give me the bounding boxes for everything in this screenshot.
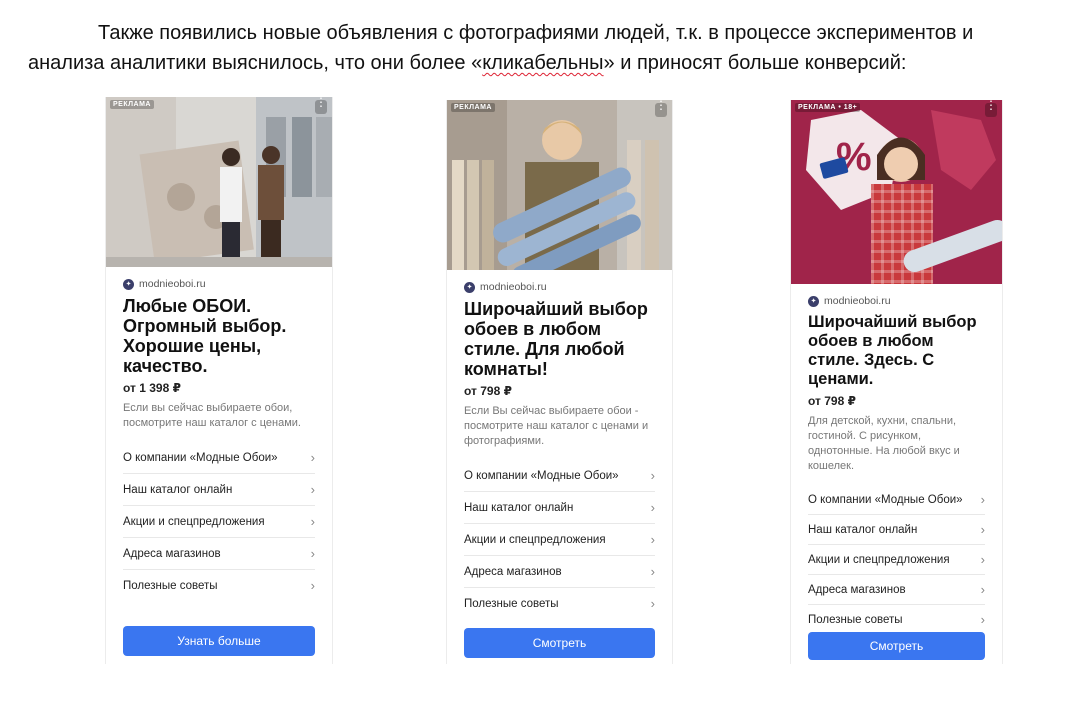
sitelink-label: Адреса магазинов [464, 565, 562, 578]
ad-site[interactable]: ✦ modnieoboi.ru [123, 278, 315, 290]
ad-price: от 798 ₽ [464, 384, 512, 398]
chevron-right-icon: › [980, 582, 985, 597]
chevron-right-icon: › [650, 468, 655, 483]
sitelink-label: Акции и спецпредложения [123, 515, 265, 528]
chevron-right-icon: › [650, 596, 655, 611]
sitelink-catalog[interactable]: Наш каталог онлайн › [123, 474, 315, 506]
ad-description: Если вы сейчас выбираете обои, посмотрит… [123, 402, 301, 429]
ad-headline[interactable]: Широчайший выбор обоев в любом стиле. Дл… [464, 299, 655, 379]
ad-label: РЕКЛАМА [451, 103, 495, 112]
chevron-right-icon: › [310, 546, 315, 561]
ad-site[interactable]: ✦ modnieoboi.ru [464, 281, 655, 293]
chevron-right-icon: › [980, 552, 985, 567]
more-options-icon[interactable]: ⋮ [655, 100, 667, 117]
ad-photo: РЕКЛАМА ⋮ [447, 100, 672, 270]
sitelink-label: Адреса магазинов [808, 583, 906, 596]
sitelink-tips[interactable]: Полезные советы › [808, 605, 985, 634]
spellcheck-word: кликабельны [482, 52, 604, 74]
sitelink-label: Полезные советы [808, 613, 903, 626]
sitelinks: О компании «Модные Обои» › Наш каталог он… [808, 485, 985, 634]
intro-line-2: анализа аналитики выяснилось, что они бо… [28, 52, 907, 74]
sitelink-stores[interactable]: Адреса магазинов › [464, 556, 655, 588]
ad-card-3[interactable]: % РЕКЛАМА • 18+ ⋮ ✦ modnieoboi.ru Широча… [790, 100, 1003, 664]
chevron-right-icon: › [310, 514, 315, 529]
site-domain: modnieoboi.ru [480, 281, 547, 293]
ad-headline[interactable]: Широчайший выбор обоев в любом стиле. Зд… [808, 313, 985, 389]
sitelink-label: Наш каталог онлайн [464, 501, 574, 514]
chevron-right-icon: › [980, 492, 985, 507]
sitelinks: О компании «Модные Обои» › Наш каталог он… [464, 460, 655, 619]
chevron-right-icon: › [310, 578, 315, 593]
ad-description: Для детской, кухни, спальни, гостиной. С… [808, 415, 960, 472]
chevron-right-icon: › [650, 564, 655, 579]
sitelink-label: Полезные советы [123, 579, 218, 592]
sitelink-label: Акции и спецпредложения [464, 533, 606, 546]
chevron-right-icon: › [980, 612, 985, 627]
sitelink-about[interactable]: О компании «Модные Обои» › [123, 442, 315, 474]
site-logo-icon: ✦ [123, 278, 134, 290]
learn-more-button[interactable]: Узнать больше [123, 626, 315, 656]
sitelink-promo[interactable]: Акции и спецпредложения › [123, 506, 315, 538]
chevron-right-icon: › [650, 532, 655, 547]
sitelink-about[interactable]: О компании «Модные Обои» › [464, 460, 655, 492]
ad-label: РЕКЛАМА • 18+ [795, 103, 861, 112]
sitelink-label: О компании «Модные Обои» [464, 469, 619, 482]
sitelink-stores[interactable]: Адреса магазинов › [123, 538, 315, 570]
sitelink-catalog[interactable]: Наш каталог онлайн › [464, 492, 655, 524]
wallpaper-showroom-image [106, 97, 332, 267]
sitelink-tips[interactable]: Полезные советы › [464, 588, 655, 619]
intro-line-1: Также появились новые объявления с фотог… [98, 22, 974, 44]
ad-price: от 1 398 ₽ [123, 381, 181, 395]
sitelink-label: Акции и спецпредложения [808, 553, 950, 566]
woman-with-card-image: % [791, 100, 1002, 284]
sitelink-about[interactable]: О компании «Модные Обои» › [808, 485, 985, 515]
site-domain: modnieoboi.ru [139, 278, 206, 290]
watch-button[interactable]: Смотреть [464, 628, 655, 658]
chevron-right-icon: › [980, 522, 985, 537]
ad-label: РЕКЛАМА [110, 100, 154, 109]
ad-photo: РЕКЛАМА ⋮ [106, 97, 332, 267]
ad-site[interactable]: ✦ modnieoboi.ru [808, 295, 985, 307]
more-options-icon[interactable]: ⋮ [315, 97, 327, 114]
chevron-right-icon: › [310, 482, 315, 497]
chevron-right-icon: › [650, 500, 655, 515]
ad-headline[interactable]: Любые ОБОИ. Огромный выбор. Хорошие цены… [123, 296, 315, 376]
ad-photo: % РЕКЛАМА • 18+ ⋮ [791, 100, 1002, 284]
ad-card-1[interactable]: РЕКЛАМА ⋮ ✦ modnieoboi.ru Любые ОБОИ. Ог… [105, 97, 333, 664]
ad-price: от 798 ₽ [808, 394, 856, 408]
sitelink-label: Полезные советы [464, 597, 559, 610]
sitelink-label: О компании «Модные Обои» [808, 493, 963, 506]
sitelink-label: Адреса магазинов [123, 547, 221, 560]
site-logo-icon: ✦ [808, 295, 819, 307]
watch-button[interactable]: Смотреть [808, 632, 985, 660]
sitelink-stores[interactable]: Адреса магазинов › [808, 575, 985, 605]
sitelink-label: Наш каталог онлайн [808, 523, 918, 536]
site-domain: modnieoboi.ru [824, 295, 891, 307]
ad-card-2[interactable]: РЕКЛАМА ⋮ ✦ modnieoboi.ru Широчайший выб… [446, 100, 673, 664]
sitelink-label: Наш каталог онлайн [123, 483, 233, 496]
site-logo-icon: ✦ [464, 281, 475, 293]
chevron-right-icon: › [310, 450, 315, 465]
intro-paragraph: Также появились новые объявления с фотог… [28, 18, 1078, 78]
sitelink-promo[interactable]: Акции и спецпредложения › [464, 524, 655, 556]
sitelinks: О компании «Модные Обои» › Наш каталог он… [123, 442, 315, 601]
sitelink-tips[interactable]: Полезные советы › [123, 570, 315, 601]
sitelink-promo[interactable]: Акции и спецпредложения › [808, 545, 985, 575]
woman-with-rolls-image [447, 100, 672, 270]
sitelink-label: О компании «Модные Обои» [123, 451, 278, 464]
more-options-icon[interactable]: ⋮ [985, 100, 997, 117]
sitelink-catalog[interactable]: Наш каталог онлайн › [808, 515, 985, 545]
ad-description: Если Вы сейчас выбираете обои - посмотри… [464, 405, 649, 447]
